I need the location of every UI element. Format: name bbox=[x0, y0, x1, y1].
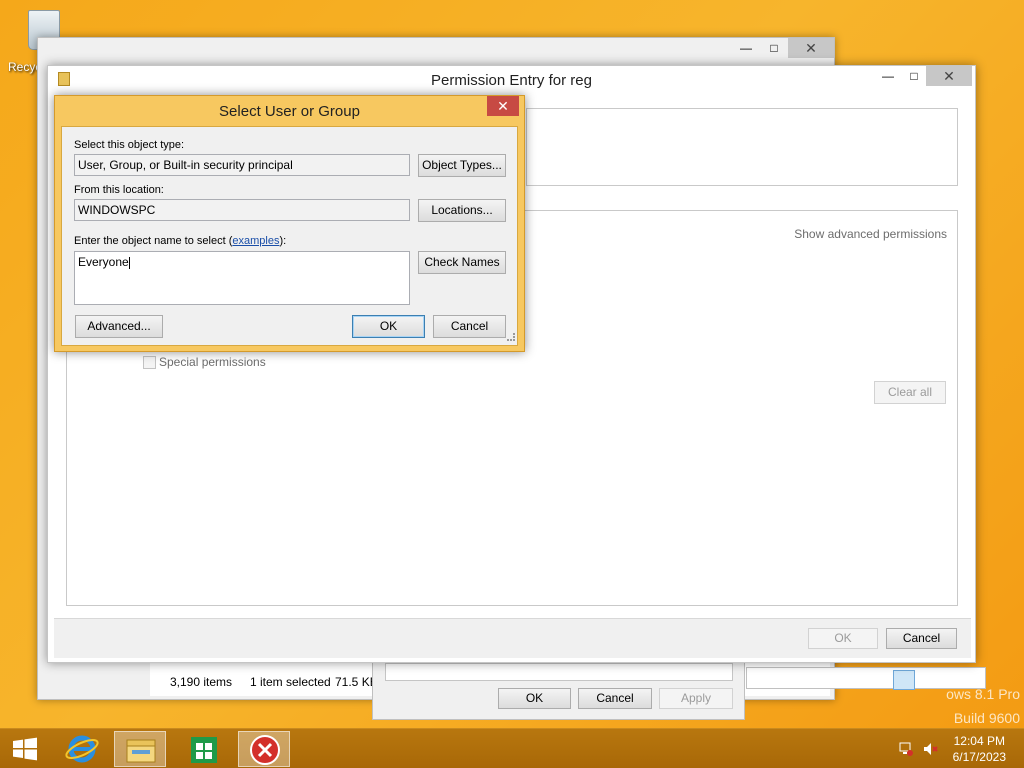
internet-explorer-icon bbox=[65, 735, 99, 763]
check-names-button[interactable]: Check Names bbox=[418, 251, 506, 274]
ok-button[interactable]: OK bbox=[808, 628, 878, 649]
object-name-label-prefix: Enter the object name to select ( bbox=[74, 235, 233, 247]
status-items: 3,190 items bbox=[170, 675, 233, 689]
clock[interactable]: 12:04 PM 6/17/2023 bbox=[953, 733, 1006, 765]
clock-time: 12:04 PM bbox=[953, 734, 1005, 748]
minimize-button[interactable]: — bbox=[732, 38, 760, 58]
close-button[interactable]: ✕ bbox=[487, 96, 519, 116]
properties-field bbox=[385, 663, 733, 681]
show-advanced-permissions-link[interactable]: Show advanced permissions bbox=[794, 227, 947, 241]
details-view-icon[interactable] bbox=[893, 670, 915, 690]
watermark-build: Build 9600 bbox=[953, 710, 1020, 726]
ok-button[interactable]: OK bbox=[352, 315, 425, 338]
examples-link[interactable]: examples bbox=[232, 235, 279, 247]
location-field: WINDOWSPC bbox=[74, 199, 410, 221]
locations-button[interactable]: Locations... bbox=[418, 199, 506, 222]
object-type-label: Select this object type: bbox=[74, 139, 185, 151]
properties-cancel-button[interactable]: Cancel bbox=[578, 688, 652, 709]
object-name-label-suffix: ): bbox=[279, 235, 287, 247]
search-box[interactable] bbox=[746, 667, 986, 689]
start-button[interactable] bbox=[12, 737, 38, 761]
volume-muted-icon[interactable] bbox=[922, 741, 938, 757]
clear-all-button[interactable]: Clear all bbox=[874, 381, 946, 404]
window-title: Permission Entry for reg bbox=[431, 72, 592, 89]
maximize-button[interactable]: □ bbox=[900, 66, 928, 86]
object-type-field: User, Group, or Built-in security princi… bbox=[74, 154, 410, 176]
dialog-body: Select this object type: User, Group, or… bbox=[61, 126, 518, 346]
cancel-button[interactable]: Cancel bbox=[433, 315, 506, 338]
special-permissions-label: Special permissions bbox=[159, 355, 266, 369]
taskbar-internet-explorer[interactable] bbox=[56, 731, 108, 767]
special-permissions-checkbox[interactable] bbox=[143, 356, 156, 369]
cancel-button[interactable]: Cancel bbox=[886, 628, 957, 649]
clock-date: 6/17/2023 bbox=[952, 750, 1006, 764]
button-bar: OK Cancel bbox=[54, 618, 971, 658]
principal-panel bbox=[526, 108, 958, 186]
text-cursor bbox=[128, 256, 130, 269]
taskbar-store[interactable] bbox=[178, 731, 230, 767]
properties-apply-button[interactable]: Apply bbox=[659, 688, 733, 709]
resize-grip-icon[interactable] bbox=[507, 333, 515, 341]
object-name-label: Enter the object name to select (example… bbox=[74, 235, 286, 247]
minimize-button[interactable]: — bbox=[874, 66, 902, 86]
store-icon bbox=[191, 737, 217, 763]
maximize-button[interactable]: □ bbox=[760, 38, 788, 58]
taskbar-file-explorer[interactable] bbox=[114, 731, 166, 767]
status-selected: 1 item selected bbox=[250, 675, 331, 689]
object-name-input[interactable]: Everyone bbox=[74, 251, 410, 305]
properties-ok-button[interactable]: OK bbox=[498, 688, 571, 709]
error-icon bbox=[250, 735, 280, 765]
object-name-value: Everyone bbox=[78, 255, 129, 269]
taskbar: 12:04 PM 6/17/2023 bbox=[0, 728, 1024, 768]
object-types-button[interactable]: Object Types... bbox=[418, 154, 506, 177]
location-label: From this location: bbox=[74, 184, 164, 196]
select-user-or-group-dialog: Select User or Group ✕ Select this objec… bbox=[54, 95, 525, 352]
dialog-title: Select User or Group bbox=[219, 103, 360, 120]
network-icon[interactable] bbox=[898, 741, 914, 757]
advanced-button[interactable]: Advanced... bbox=[75, 315, 163, 338]
taskbar-error-app[interactable] bbox=[238, 731, 290, 767]
close-button[interactable]: ✕ bbox=[926, 66, 972, 86]
folder-icon bbox=[126, 739, 156, 763]
windows-logo-icon bbox=[13, 737, 37, 761]
thumbnail-view-icon[interactable] bbox=[916, 670, 936, 690]
close-button[interactable]: ✕ bbox=[788, 38, 834, 58]
